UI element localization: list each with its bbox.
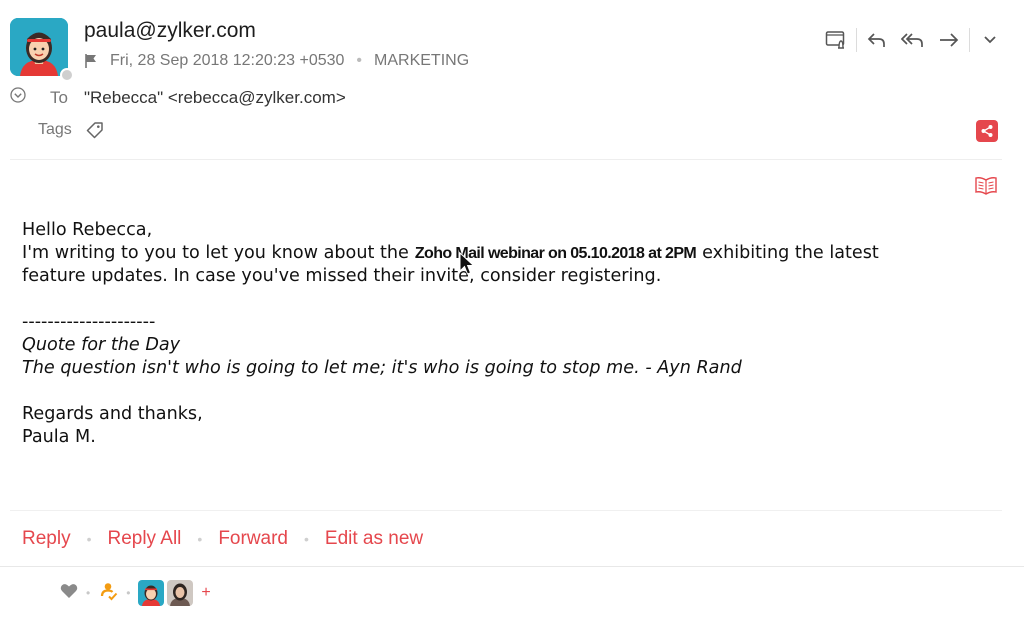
tags-label: Tags	[38, 121, 72, 138]
footer-divider	[0, 566, 1024, 567]
reply-all-link[interactable]: Reply All	[107, 528, 181, 550]
signature-separator: ---------------------	[22, 312, 156, 332]
forward-link[interactable]: Forward	[218, 528, 288, 550]
body-line-1: I'm writing to you to let you know about…	[22, 242, 1012, 265]
sender-avatar[interactable]	[10, 18, 68, 76]
assign-user-icon[interactable]	[98, 581, 118, 606]
participant-avatar[interactable]	[167, 580, 194, 606]
separator-dot: •	[86, 531, 92, 547]
edit-as-new-link[interactable]: Edit as new	[325, 528, 423, 550]
reply-all-icon[interactable]	[895, 28, 931, 52]
to-recipient[interactable]: "Rebecca" <rebecca@zylker.com>	[84, 88, 346, 108]
reading-mode-icon[interactable]	[974, 176, 998, 201]
recipient-row: To "Rebecca" <rebecca@zylker.com>	[10, 87, 346, 108]
participant-avatar[interactable]	[138, 580, 165, 606]
mouse-cursor-icon	[459, 251, 475, 281]
separator-dot: •	[86, 586, 91, 600]
more-icon[interactable]	[972, 28, 1008, 52]
reply-link[interactable]: Reply	[22, 528, 71, 550]
message-body: Hello Rebecca, I'm writing to you to let…	[22, 219, 1012, 449]
body-line-1-start: I'm writing to you to let you know about…	[22, 243, 409, 263]
webinar-highlight: Zoho Mail webinar on 05.10.2018 at 2PM	[414, 245, 697, 262]
separator-dot: •	[304, 531, 309, 547]
share-button[interactable]	[976, 120, 998, 142]
reminder-icon[interactable]	[818, 28, 854, 52]
folder-label[interactable]: MARKETING	[374, 52, 469, 70]
quote-title: Quote for the Day	[22, 335, 181, 355]
greeting: Hello Rebecca,	[22, 220, 153, 240]
separator-dot: •	[197, 531, 203, 547]
meta-row: Fri, 28 Sep 2018 12:20:23 +0530 • MARKET…	[84, 52, 469, 70]
closing: Regards and thanks,	[22, 404, 203, 424]
reply-icon[interactable]	[859, 28, 895, 52]
toolbar-separator	[856, 28, 857, 52]
tag-icon[interactable]	[86, 121, 104, 139]
separator-dot: •	[356, 52, 363, 69]
tags-row: Tags	[38, 121, 104, 139]
share-icon	[981, 125, 993, 137]
presence-indicator	[60, 68, 74, 82]
heart-icon[interactable]	[60, 583, 78, 604]
signature: Paula M.	[22, 427, 96, 447]
body-line-1-end: exhibiting the latest	[702, 243, 879, 263]
separator-dot: •	[126, 586, 131, 600]
forward-icon[interactable]	[931, 28, 967, 52]
add-participant-button[interactable]: +	[201, 584, 210, 602]
message-date: Fri, 28 Sep 2018 12:20:23 +0530	[110, 52, 345, 69]
header-divider	[10, 159, 1002, 160]
body-divider	[10, 510, 1002, 511]
expand-recipients-icon[interactable]	[10, 87, 26, 108]
flag-icon[interactable]	[84, 53, 98, 69]
sender-email[interactable]: paula@zylker.com	[84, 19, 256, 43]
toolbar-separator	[969, 28, 970, 52]
body-line-2: feature updates. In case you've missed t…	[22, 266, 662, 286]
quote-text: The question isn't who is going to let m…	[22, 358, 742, 378]
quick-actions: Reply • Reply All • Forward • Edit as ne…	[22, 528, 423, 550]
to-label: To	[50, 87, 68, 107]
message-toolbar	[818, 28, 1008, 52]
message-footer: • • +	[60, 580, 211, 606]
